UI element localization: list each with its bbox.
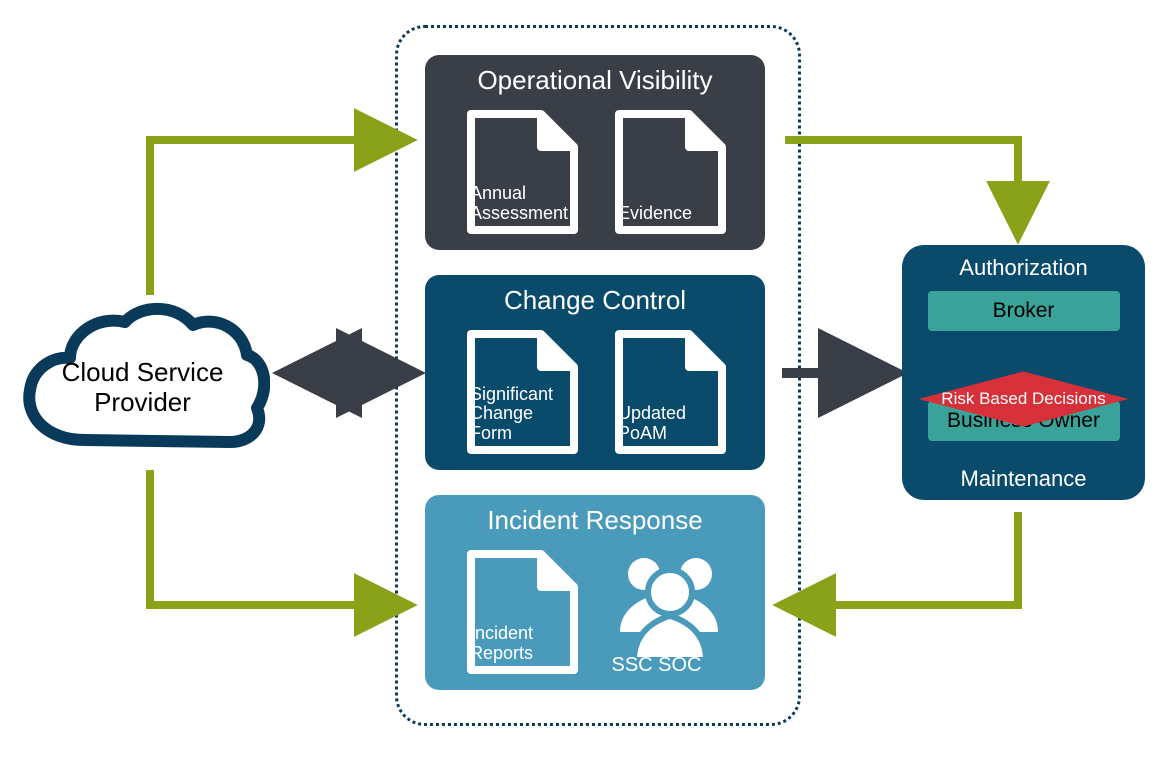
incident-response-panel: Incident Response Incident Reports (425, 495, 765, 690)
doc-significant-change-form: Significant Change Form (456, 322, 586, 462)
authorization-label: Authorization (902, 255, 1145, 281)
ov-title: Operational Visibility (425, 55, 765, 100)
doc-label: Significant Change Form (470, 385, 575, 444)
ssc-soc-group: SSC SOC (604, 542, 734, 682)
doc-annual-assessment: Annual Assessment (456, 102, 586, 242)
cloud-label: Cloud Service Provider (15, 358, 270, 418)
doc-label: Updated PoAM (618, 404, 686, 444)
doc-updated-poam: Updated PoAM (604, 322, 734, 462)
doc-incident-reports: Incident Reports (456, 542, 586, 682)
cloud-service-provider: Cloud Service Provider (15, 300, 270, 465)
broker-bar: Broker (928, 291, 1120, 331)
cloud-label-line2: Provider (94, 387, 191, 417)
ir-title: Incident Response (425, 495, 765, 540)
operational-visibility-panel: Operational Visibility Annual Assessment (425, 55, 765, 250)
maintenance-label: Maintenance (902, 466, 1145, 492)
cc-title: Change Control (425, 275, 765, 320)
doc-label: Incident Reports (470, 624, 533, 664)
doc-label: Annual Assessment (470, 184, 568, 224)
doc-label: Evidence (618, 204, 692, 224)
authorization-maintenance-box: Authorization Broker Risk Based Decision… (902, 245, 1145, 500)
diagram-stage: Cloud Service Provider Operational Visib… (0, 0, 1170, 770)
change-control-panel: Change Control Significant Change Form (425, 275, 765, 470)
risk-decision-diamond: Risk Based Decisions (919, 370, 1129, 428)
ssc-soc-label: SSC SOC (604, 654, 709, 676)
cloud-label-line1: Cloud Service (62, 357, 224, 387)
doc-evidence: Evidence (604, 102, 734, 242)
risk-decision-label: Risk Based Decisions (941, 390, 1105, 409)
